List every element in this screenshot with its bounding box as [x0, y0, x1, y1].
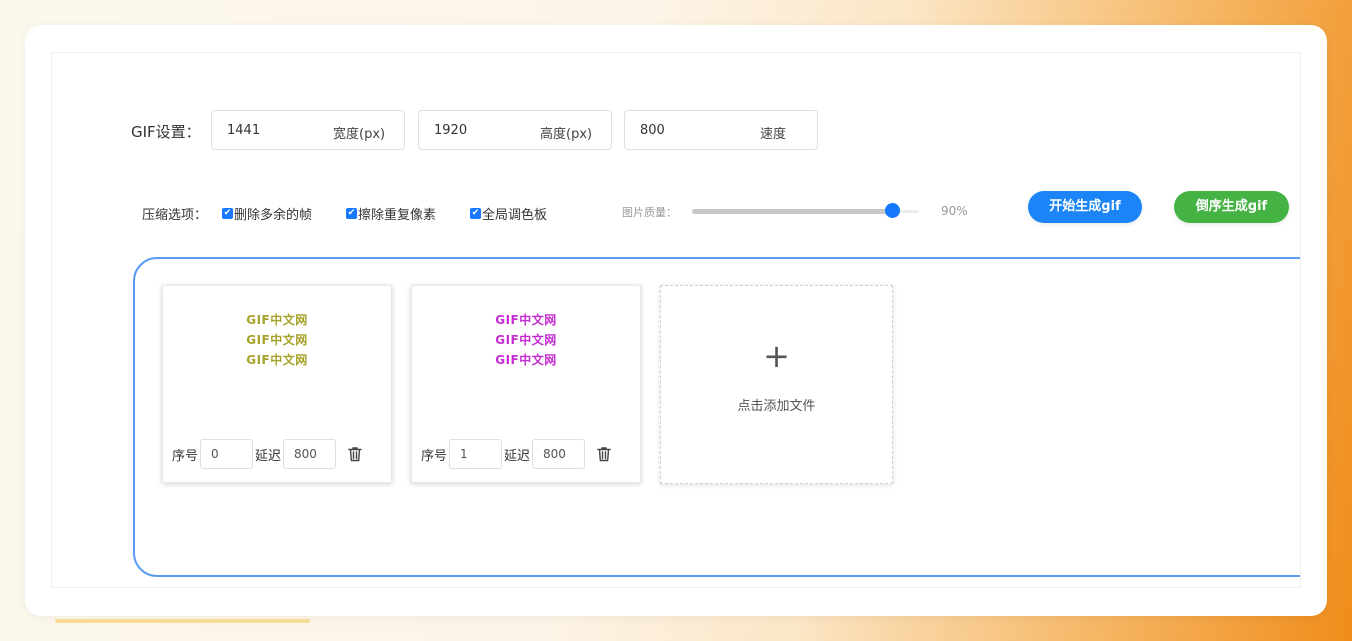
add-file-label: 点击添加文件: [737, 399, 816, 414]
plus-icon: +: [763, 337, 790, 375]
add-file-button[interactable]: + 点击添加文件: [660, 285, 893, 484]
checkbox-remove-frames[interactable]: ✔ 删除多余的帧: [222, 204, 312, 223]
preview-text-line: GIF中文网: [246, 333, 308, 347]
height-input[interactable]: [434, 111, 524, 149]
height-field[interactable]: 高度(px): [418, 110, 612, 150]
frame-card: GIF中文网 GIF中文网 GIF中文网 序号 延迟: [411, 285, 641, 483]
order-label: 序号: [421, 448, 448, 464]
compression-label: 压缩选项：: [142, 208, 208, 223]
preview-text-line: GIF中文网: [495, 333, 557, 347]
preview-text-line: GIF中文网: [495, 353, 557, 367]
height-suffix: 高度(px): [540, 127, 593, 142]
quality-slider-rest: [898, 210, 919, 213]
checkbox-checked-icon[interactable]: ✔: [346, 208, 357, 219]
content-panel: GIF设置： 宽度(px) 高度(px) 速度 压缩选项： ✔ 删除多余的帧 ✔…: [51, 52, 1301, 588]
checkbox-checked-icon[interactable]: ✔: [470, 208, 481, 219]
trash-icon[interactable]: [595, 445, 613, 463]
quality-value: 90%: [941, 204, 968, 218]
checkbox-label: 全局调色板: [482, 208, 548, 223]
frame-preview-image: GIF中文网 GIF中文网 GIF中文网: [163, 310, 391, 370]
delay-label: 延迟: [504, 448, 531, 464]
main-card: GIF设置： 宽度(px) 高度(px) 速度 压缩选项： ✔ 删除多余的帧 ✔…: [25, 25, 1327, 616]
width-suffix: 宽度(px): [333, 127, 386, 142]
preview-text-line: GIF中文网: [495, 313, 557, 327]
checkbox-erase-pixels[interactable]: ✔ 擦除重复像素: [346, 204, 436, 223]
delay-label: 延迟: [255, 448, 282, 464]
reverse-generate-button[interactable]: 倒序生成gif: [1174, 191, 1289, 223]
quality-slider-track[interactable]: [692, 209, 892, 214]
speed-field[interactable]: 速度: [624, 110, 818, 150]
preview-text-line: GIF中文网: [246, 313, 308, 327]
order-input[interactable]: [200, 439, 254, 469]
decorative-underline: [55, 619, 310, 623]
checkbox-checked-icon[interactable]: ✔: [222, 208, 233, 219]
checkbox-label: 擦除重复像素: [358, 208, 437, 223]
quality-slider-handle[interactable]: [885, 203, 900, 218]
speed-input[interactable]: [640, 111, 730, 149]
width-field[interactable]: 宽度(px): [211, 110, 405, 150]
quality-label: 图片质量：: [622, 206, 677, 219]
order-label: 序号: [172, 448, 199, 464]
order-input[interactable]: [449, 439, 503, 469]
width-input[interactable]: [227, 111, 317, 149]
preview-text-line: GIF中文网: [246, 353, 308, 367]
speed-suffix: 速度: [760, 127, 787, 142]
gif-settings-label: GIF设置：: [131, 123, 201, 141]
checkbox-global-palette[interactable]: ✔ 全局调色板: [470, 204, 547, 223]
frame-controls: 序号 延迟: [421, 439, 613, 469]
trash-icon[interactable]: [346, 445, 364, 463]
frame-controls: 序号 延迟: [172, 439, 364, 469]
delay-input[interactable]: [283, 439, 337, 469]
start-generate-button[interactable]: 开始生成gif: [1028, 191, 1142, 223]
delay-input[interactable]: [532, 439, 586, 469]
frame-card: GIF中文网 GIF中文网 GIF中文网 序号 延迟: [162, 285, 392, 483]
frame-preview-image: GIF中文网 GIF中文网 GIF中文网: [412, 310, 640, 370]
checkbox-label: 删除多余的帧: [234, 208, 313, 223]
